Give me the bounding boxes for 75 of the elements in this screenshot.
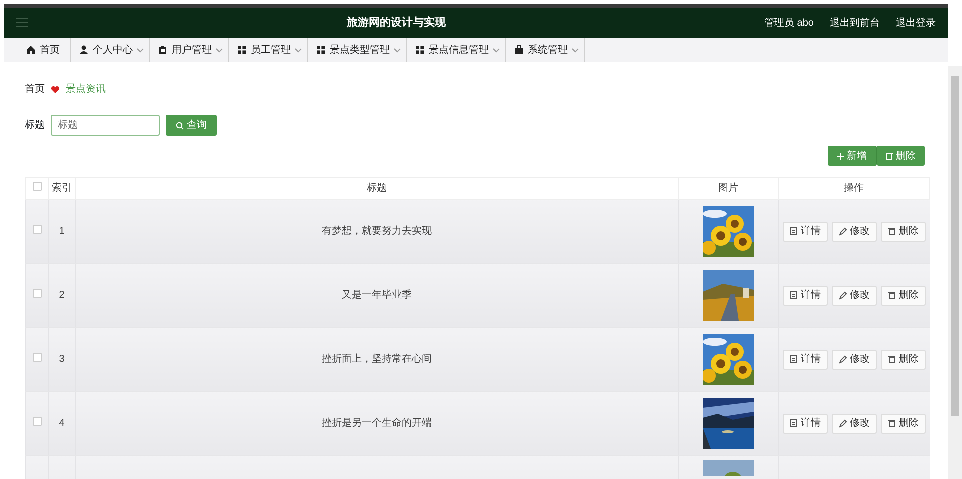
- header-link[interactable]: 退出登录: [896, 16, 936, 30]
- column-header: 操作: [844, 183, 864, 194]
- clipboard-icon: [158, 45, 168, 55]
- document-icon: [790, 419, 798, 428]
- trash-icon: [888, 291, 896, 300]
- pencil-icon: [838, 291, 847, 300]
- edit-button[interactable]: 修改: [832, 222, 877, 242]
- trash-icon: [888, 355, 896, 364]
- column-header: 索引: [52, 183, 72, 194]
- chevron-icon: [216, 48, 223, 52]
- row-checkbox[interactable]: [32, 417, 42, 426]
- menu-icon: [16, 18, 28, 28]
- delete-button[interactable]: 删除: [880, 222, 926, 242]
- chevron-icon: [493, 48, 500, 52]
- menu-item[interactable]: 景点信息管理: [407, 38, 506, 62]
- row-title: 挫折是另一个生命的开端: [322, 418, 432, 429]
- header-link[interactable]: 退出到前台: [830, 16, 880, 30]
- details-button[interactable]: 详情: [782, 286, 828, 306]
- document-icon: [790, 291, 798, 300]
- heart-icon: [51, 86, 60, 94]
- app-title: 旅游网的设计与实现: [346, 16, 446, 31]
- menu-item[interactable]: 首页: [18, 38, 71, 62]
- admin-user-label: 管理员 abo: [764, 16, 814, 30]
- grid-icon: [237, 45, 247, 55]
- row-title: 又是一年毕业季: [342, 290, 412, 301]
- trash-icon: [888, 227, 896, 236]
- menu-item[interactable]: 个人中心: [71, 38, 150, 62]
- document-icon: [790, 227, 798, 236]
- search-label: 标题: [25, 118, 45, 133]
- details-button[interactable]: 详情: [782, 414, 828, 434]
- menu-item[interactable]: 系统管理: [506, 38, 585, 62]
- home-icon: [26, 45, 36, 55]
- pencil-icon: [838, 419, 847, 428]
- edit-button[interactable]: 修改: [832, 286, 877, 306]
- trash-icon: [888, 419, 896, 428]
- delete-button[interactable]: 删除: [880, 350, 926, 370]
- pencil-icon: [838, 355, 847, 364]
- row-checkbox[interactable]: [32, 353, 42, 362]
- pencil-icon: [838, 227, 847, 236]
- trash-icon: [886, 152, 893, 160]
- edit-button[interactable]: 修改: [832, 414, 877, 434]
- row-index: 4: [59, 418, 65, 429]
- chevron-icon: [572, 48, 579, 52]
- details-button[interactable]: 详情: [782, 222, 828, 242]
- details-button[interactable]: 详情: [782, 350, 828, 370]
- column-header: 标题: [367, 183, 387, 194]
- breadcrumb-item: 景点资讯: [66, 82, 106, 97]
- edit-button[interactable]: 修改: [832, 350, 877, 370]
- row-title: 挫折面上，坚持常在心间: [322, 354, 432, 365]
- scrollbar[interactable]: [948, 66, 962, 479]
- plus-icon: [837, 152, 844, 160]
- row-index: 1: [59, 226, 65, 237]
- search-icon: [176, 122, 184, 130]
- grid-icon: [316, 45, 326, 55]
- menu-item[interactable]: 员工管理: [229, 38, 308, 62]
- briefcase-icon: [514, 45, 524, 55]
- chevron-icon: [137, 48, 144, 52]
- breadcrumb-item[interactable]: 首页: [25, 82, 45, 97]
- menu-item[interactable]: 用户管理: [150, 38, 229, 62]
- document-icon: [790, 355, 798, 364]
- chevron-icon: [295, 48, 302, 52]
- select-all-checkbox[interactable]: [32, 182, 42, 191]
- row-title: 有梦想，就要努力去实现: [322, 226, 432, 237]
- delete-button[interactable]: 删除: [880, 286, 926, 306]
- chevron-icon: [394, 48, 401, 52]
- row-index: 2: [59, 290, 65, 301]
- column-header: 图片: [718, 183, 738, 194]
- row-checkbox[interactable]: [32, 225, 42, 234]
- row-checkbox[interactable]: [32, 289, 42, 298]
- delete-button[interactable]: 删除: [880, 414, 926, 434]
- row-index: 3: [59, 354, 65, 365]
- search-field[interactable]: 标题: [51, 115, 160, 136]
- menu-item[interactable]: 景点类型管理: [308, 38, 407, 62]
- grid-icon: [415, 45, 425, 55]
- user-icon: [79, 45, 89, 55]
